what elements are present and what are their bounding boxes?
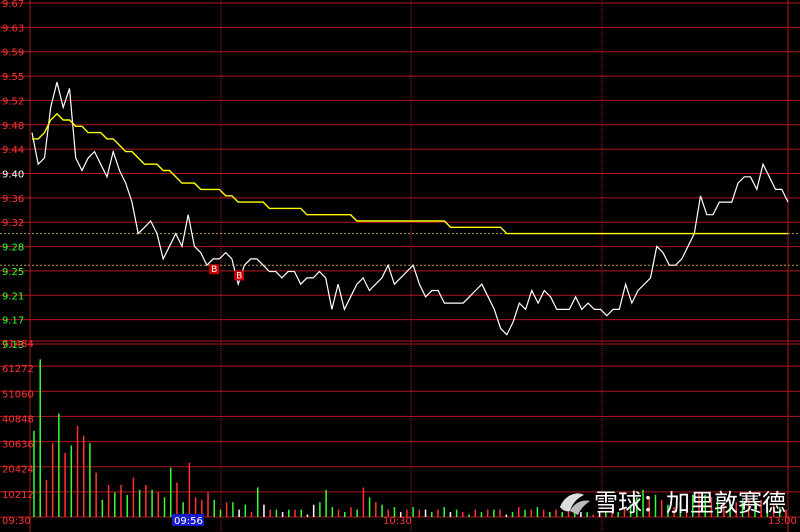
time-axis-label: 10:30: [383, 516, 412, 527]
volume-tick-label: 40848: [2, 414, 34, 425]
buy-marker-label: B: [236, 272, 242, 282]
price-tick-label: 9.59: [2, 48, 24, 59]
volume-tick-label: 71484: [2, 339, 34, 350]
buy-marker-label: B: [211, 265, 217, 275]
buy-marker-2: B: [234, 270, 245, 282]
price-tick-label: 9.55: [2, 72, 24, 83]
price-tick-label: 9.25: [2, 267, 24, 278]
price-tick-label: 9.21: [2, 291, 24, 302]
buy-marker-1: B: [209, 264, 220, 275]
time-axis-label: 13:00: [768, 516, 797, 527]
price-tick-label: 9.36: [2, 194, 24, 205]
volume-tick-label: 30636: [2, 440, 34, 451]
intraday-chart: B B 9.67 9.63 9.59 9.55 9.52 9.48 9.44 9.40 9.36 9…: [0, 0, 800, 532]
volume-tick-label: 61272: [2, 364, 34, 375]
price-tick-label: 9.63: [2, 23, 24, 34]
volume-tick-label: 20424: [2, 465, 34, 476]
price-tick-label: 9.67: [2, 0, 24, 10]
price-tick-label: 9.44: [2, 145, 24, 156]
price-tick-label: 9.28: [2, 243, 24, 254]
watermark: 雪球：加里敦赛德: [560, 489, 786, 517]
price-tick-label: 9.32: [2, 218, 24, 229]
price-tick-label: 9.52: [2, 96, 24, 107]
time-axis-label: 09:56: [174, 516, 203, 527]
price-tick-label: 9.48: [2, 121, 24, 132]
watermark-text: 雪球：加里敦赛德: [594, 489, 786, 517]
volume-tick-label: 10212: [2, 490, 34, 501]
price-tick-label: 9.40: [2, 170, 24, 181]
time-axis-label: 09:30: [2, 516, 31, 527]
volume-tick-label: 51060: [2, 389, 34, 400]
price-tick-label: 9.17: [2, 316, 24, 327]
